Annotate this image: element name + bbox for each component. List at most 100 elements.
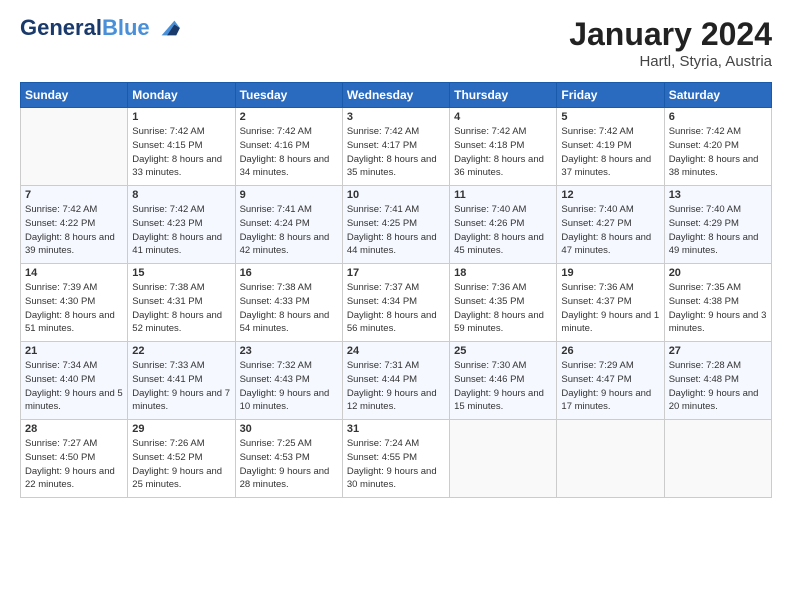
- sunrise: Sunrise: 7:42 AM: [454, 126, 526, 137]
- sunset: Sunset: 4:30 PM: [25, 296, 95, 307]
- cell-content: Sunrise: 7:42 AMSunset: 4:22 PMDaylight:…: [25, 203, 123, 258]
- logo-text: GeneralBlue: [20, 16, 150, 40]
- weekday-header: Saturday: [664, 83, 771, 108]
- day-number: 10: [347, 189, 445, 201]
- weekday-header: Sunday: [21, 83, 128, 108]
- sunset: Sunset: 4:34 PM: [347, 296, 417, 307]
- daylight: Daylight: 8 hours and 45 minutes.: [454, 232, 544, 257]
- calendar-cell: 29Sunrise: 7:26 AMSunset: 4:52 PMDayligh…: [128, 420, 235, 498]
- sunset: Sunset: 4:40 PM: [25, 374, 95, 385]
- sunset: Sunset: 4:48 PM: [669, 374, 739, 385]
- day-number: 9: [240, 189, 338, 201]
- daylight: Daylight: 9 hours and 15 minutes.: [454, 388, 544, 413]
- sunrise: Sunrise: 7:42 AM: [561, 126, 633, 137]
- calendar-cell: [664, 420, 771, 498]
- sunset: Sunset: 4:31 PM: [132, 296, 202, 307]
- calendar-cell: 27Sunrise: 7:28 AMSunset: 4:48 PMDayligh…: [664, 342, 771, 420]
- sunset: Sunset: 4:33 PM: [240, 296, 310, 307]
- cell-content: Sunrise: 7:41 AMSunset: 4:24 PMDaylight:…: [240, 203, 338, 258]
- daylight: Daylight: 8 hours and 54 minutes.: [240, 310, 330, 335]
- sunset: Sunset: 4:47 PM: [561, 374, 631, 385]
- daylight: Daylight: 8 hours and 33 minutes.: [132, 154, 222, 179]
- logo: GeneralBlue: [20, 16, 182, 40]
- calendar-cell: 2Sunrise: 7:42 AMSunset: 4:16 PMDaylight…: [235, 108, 342, 186]
- calendar-cell: 31Sunrise: 7:24 AMSunset: 4:55 PMDayligh…: [342, 420, 449, 498]
- cell-content: Sunrise: 7:26 AMSunset: 4:52 PMDaylight:…: [132, 437, 230, 492]
- sunset: Sunset: 4:19 PM: [561, 140, 631, 151]
- sunrise: Sunrise: 7:33 AM: [132, 360, 204, 371]
- sunset: Sunset: 4:50 PM: [25, 452, 95, 463]
- daylight: Daylight: 8 hours and 51 minutes.: [25, 310, 115, 335]
- day-number: 12: [561, 189, 659, 201]
- weekday-header: Tuesday: [235, 83, 342, 108]
- sunrise: Sunrise: 7:35 AM: [669, 282, 741, 293]
- cell-content: Sunrise: 7:41 AMSunset: 4:25 PMDaylight:…: [347, 203, 445, 258]
- daylight: Daylight: 9 hours and 22 minutes.: [25, 466, 115, 491]
- daylight: Daylight: 9 hours and 28 minutes.: [240, 466, 330, 491]
- daylight: Daylight: 8 hours and 47 minutes.: [561, 232, 651, 257]
- day-number: 1: [132, 111, 230, 123]
- daylight: Daylight: 9 hours and 10 minutes.: [240, 388, 330, 413]
- sunrise: Sunrise: 7:34 AM: [25, 360, 97, 371]
- cell-content: Sunrise: 7:36 AM Sunset: 4:35 PM Daylight:…: [454, 281, 552, 336]
- sunrise: Sunrise: 7:40 AM: [561, 204, 633, 215]
- weekday-header: Thursday: [450, 83, 557, 108]
- calendar-header-row: SundayMondayTuesdayWednesdayThursdayFrid…: [21, 83, 772, 108]
- calendar-cell: [450, 420, 557, 498]
- day-number: 26: [561, 345, 659, 357]
- page-container: GeneralBlue January 2024 Hartl, Styria, …: [0, 0, 792, 508]
- sunset: Sunset: 4:25 PM: [347, 218, 417, 229]
- calendar-cell: 17Sunrise: 7:37 AMSunset: 4:34 PMDayligh…: [342, 264, 449, 342]
- sunset: Sunset: 4:16 PM: [240, 140, 310, 151]
- daylight: Daylight: 9 hours and 17 minutes.: [561, 388, 651, 413]
- sunset: Sunset: 4:37 PM: [561, 296, 631, 307]
- calendar-cell: 22Sunrise: 7:33 AMSunset: 4:41 PMDayligh…: [128, 342, 235, 420]
- sunrise: Sunrise: 7:30 AM: [454, 360, 526, 371]
- calendar-cell: 11Sunrise: 7:40 AMSunset: 4:26 PMDayligh…: [450, 186, 557, 264]
- calendar-cell: 28Sunrise: 7:27 AMSunset: 4:50 PMDayligh…: [21, 420, 128, 498]
- day-number: 14: [25, 267, 123, 279]
- calendar-cell: 7Sunrise: 7:42 AMSunset: 4:22 PMDaylight…: [21, 186, 128, 264]
- sunset: Sunset: 4:35 PM: [454, 296, 524, 307]
- sunrise: Sunrise: 7:40 AM: [669, 204, 741, 215]
- day-number: 30: [240, 423, 338, 435]
- sunrise: Sunrise: 7:42 AM: [132, 204, 204, 215]
- cell-content: Sunrise: 7:36 AM Sunset: 4:37 PM Daylight:…: [561, 281, 659, 336]
- weekday-header: Wednesday: [342, 83, 449, 108]
- month-title: January 2024: [569, 16, 772, 53]
- day-number: 16: [240, 267, 338, 279]
- sunrise: Sunrise: 7:24 AM: [347, 438, 419, 449]
- calendar-cell: 14Sunrise: 7:39 AMSunset: 4:30 PMDayligh…: [21, 264, 128, 342]
- sunset: Sunset: 4:43 PM: [240, 374, 310, 385]
- calendar-cell: 25Sunrise: 7:30 AMSunset: 4:46 PMDayligh…: [450, 342, 557, 420]
- sunrise: Sunrise: 7:37 AM: [347, 282, 419, 293]
- daylight: Daylight: 8 hours and 39 minutes.: [25, 232, 115, 257]
- sunrise: Sunrise: 7:42 AM: [25, 204, 97, 215]
- sunrise: Sunrise: 7:40 AM: [454, 204, 526, 215]
- sunrise: Sunrise: 7:36 AM: [561, 282, 633, 293]
- sunrise: Sunrise: 7:29 AM: [561, 360, 633, 371]
- cell-content: Sunrise: 7:42 AMSunset: 4:15 PMDaylight:…: [132, 125, 230, 180]
- weekday-header: Friday: [557, 83, 664, 108]
- sunrise: Sunrise: 7:36 AM: [454, 282, 526, 293]
- cell-content: Sunrise: 7:35 AMSunset: 4:38 PMDaylight:…: [669, 281, 767, 336]
- calendar-cell: 9 Sunrise: 7:41 AMSunset: 4:24 PMDaylight…: [235, 186, 342, 264]
- cell-content: Sunrise: 7:42 AMSunset: 4:20 PMDaylight:…: [669, 125, 767, 180]
- sunset: Sunset: 4:53 PM: [240, 452, 310, 463]
- calendar-cell: 6Sunrise: 7:42 AMSunset: 4:20 PMDaylight…: [664, 108, 771, 186]
- daylight: Daylight: 9 hours and 1 minute.: [561, 310, 659, 335]
- cell-content: Sunrise: 7:38 AMSunset: 4:31 PMDaylight:…: [132, 281, 230, 336]
- sunset: Sunset: 4:55 PM: [347, 452, 417, 463]
- calendar-cell: 8Sunrise: 7:42 AMSunset: 4:23 PMDaylight…: [128, 186, 235, 264]
- day-number: 31: [347, 423, 445, 435]
- sunset: Sunset: 4:29 PM: [669, 218, 739, 229]
- sunrise: Sunrise: 7:38 AM: [240, 282, 312, 293]
- sunset: Sunset: 4:41 PM: [132, 374, 202, 385]
- daylight: Daylight: 8 hours and 59 minutes.: [454, 310, 544, 335]
- calendar-cell: 4Sunrise: 7:42 AMSunset: 4:18 PMDaylight…: [450, 108, 557, 186]
- day-number: 19: [561, 267, 659, 279]
- daylight: Daylight: 8 hours and 38 minutes.: [669, 154, 759, 179]
- day-number: 20: [669, 267, 767, 279]
- cell-content: Sunrise: 7:30 AMSunset: 4:46 PMDaylight:…: [454, 359, 552, 414]
- day-number: 13: [669, 189, 767, 201]
